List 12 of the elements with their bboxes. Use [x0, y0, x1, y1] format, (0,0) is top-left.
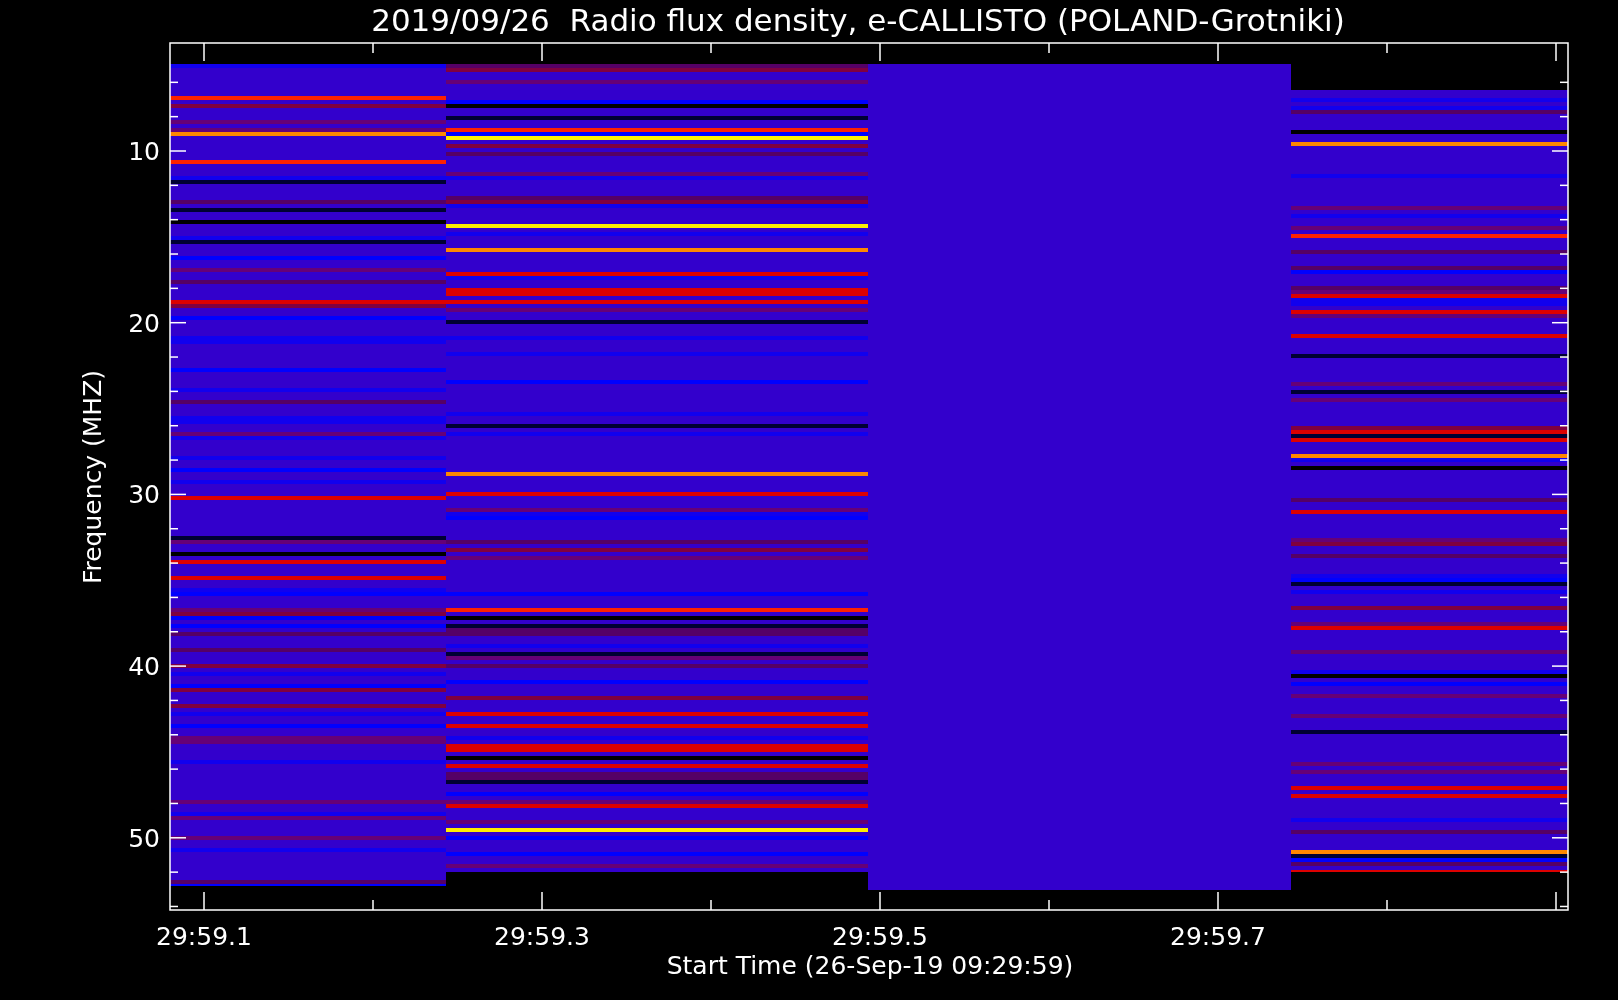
x-tick-label: 29:59.1	[156, 922, 252, 951]
y-tick-label: 10	[128, 137, 160, 166]
y-tick-label: 50	[128, 823, 160, 853]
x-axis-label: Start Time (26-Sep-19 09:29:59)	[666, 951, 1074, 980]
y-tick-label: 20	[128, 308, 160, 338]
x-tick-label: 29:59.5	[832, 922, 928, 951]
x-tick-label: 29:59.3	[494, 922, 590, 951]
y-tick-label: 30	[128, 480, 160, 510]
y-axis-label: Frequency (MHZ)	[78, 369, 107, 585]
chart-title: 2019/09/26 Radio flux density, e-CALLISTO (POLAND-Grotniki)	[371, 2, 1345, 38]
x-tick-label: 29:59.7	[1170, 922, 1266, 951]
y-tick-label: 40	[128, 652, 160, 682]
